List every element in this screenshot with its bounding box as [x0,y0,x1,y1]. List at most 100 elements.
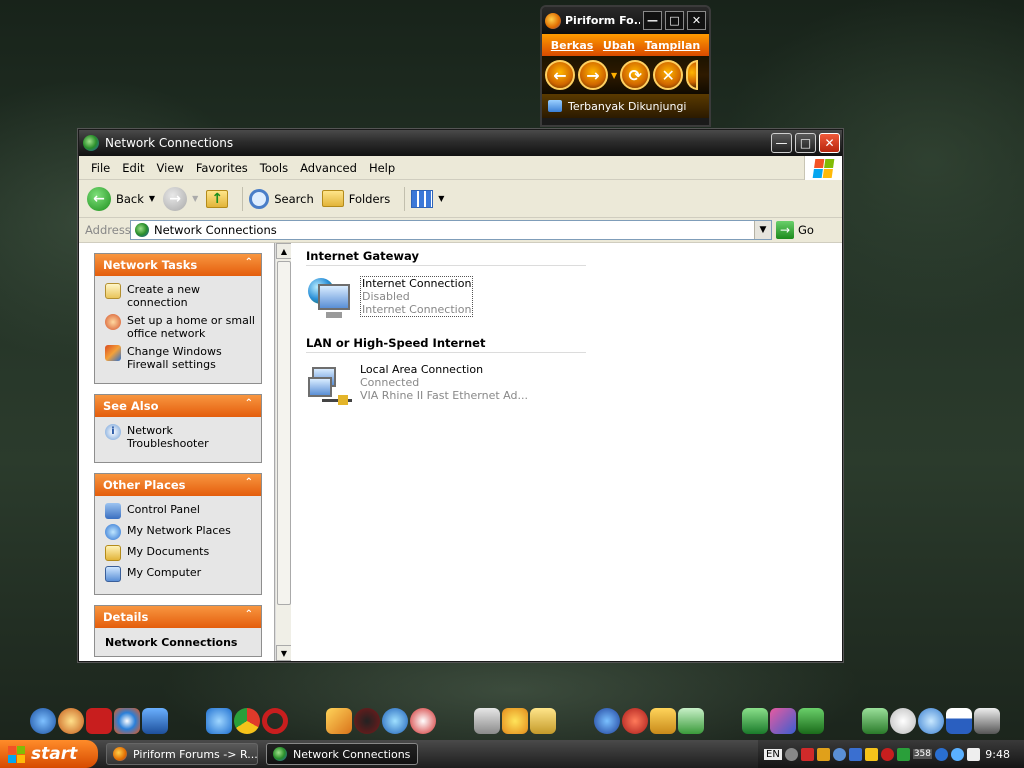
tray-antivirus-icon[interactable] [880,747,894,761]
menu-help[interactable]: Help [363,161,401,175]
other-places-header[interactable]: Other Places ⌃ [95,474,261,496]
address-input[interactable]: Network Connections ▼ [130,220,772,240]
opera-icon[interactable] [262,708,288,734]
start-button[interactable]: start [0,740,98,768]
scroll-up-icon[interactable]: ▲ [276,243,292,259]
tray-network-icon[interactable] [935,747,948,761]
back-button[interactable]: ← Back ▼ [87,186,155,211]
menu-view[interactable]: View [151,161,190,175]
tray-volume-icon[interactable] [967,747,980,761]
link-my-network-places[interactable]: My Network Places [105,524,255,540]
menu-file[interactable]: File [85,161,116,175]
tray-badge[interactable]: 358 [912,749,932,759]
menu-tools[interactable]: Tools [254,161,294,175]
back-arrow-icon[interactable]: ← [545,60,575,90]
tray-back-icon[interactable] [784,747,798,761]
red-ball-icon[interactable] [622,708,648,734]
movie-icon[interactable] [770,708,796,734]
chevron-up-icon[interactable]: ⌃ [245,257,253,268]
network-tasks-header[interactable]: Network Tasks ⌃ [95,254,261,276]
eye-icon[interactable] [114,708,140,734]
see-also-header[interactable]: See Also ⌃ [95,395,261,417]
up-folder-button[interactable]: ↑ [206,189,229,208]
task-firewall[interactable]: Change Windows Firewall settings [105,345,255,371]
network-tool-icon[interactable] [678,708,704,734]
menu-edit[interactable]: Edit [116,161,150,175]
scroll-down-icon[interactable]: ▼ [276,645,292,661]
menu-tampilan[interactable]: Tampilan [645,39,701,52]
link-network-troubleshooter[interactable]: i Network Troubleshooter [105,424,255,450]
paint-icon[interactable] [326,708,352,734]
local-area-connection-item[interactable]: Local Area Connection Connected VIA Rhin… [306,363,842,409]
tray-globe-icon[interactable] [951,747,964,761]
network-globe-icon[interactable] [918,708,944,734]
tray-green-icon[interactable] [896,747,910,761]
chevron-up-icon[interactable]: ⌃ [245,477,253,488]
reload-icon[interactable]: ⟳ [620,60,651,90]
globe-icon[interactable] [382,708,408,734]
media-red-icon[interactable] [410,708,436,734]
tools-icon[interactable] [474,708,500,734]
chevron-down-icon[interactable]: ▼ [754,221,771,239]
disc-icon[interactable] [354,708,380,734]
chevron-up-icon[interactable]: ⌃ [245,609,253,620]
taskbar-item-firefox[interactable]: Piriform Forums -> R... [106,743,258,765]
home-icon[interactable] [686,60,699,90]
tray-m-icon[interactable] [816,747,830,761]
menu-berkas[interactable]: Berkas [551,39,594,52]
link-my-computer[interactable]: My Computer [105,566,255,582]
chevron-down-icon[interactable]: ▼ [192,194,198,203]
firefox-titlebar[interactable]: Piriform Fo... — □ ✕ [542,7,709,34]
folder-gear-icon[interactable] [530,708,556,734]
close-button[interactable]: ✕ [687,11,706,30]
green-cube-icon[interactable] [798,708,824,734]
tray-search-icon[interactable] [832,747,846,761]
chrome-icon[interactable] [234,708,260,734]
scrollbar-thumb[interactable] [277,261,291,605]
go-button[interactable]: → Go [776,221,814,239]
menu-ubah[interactable]: Ubah [603,39,635,52]
chevron-down-icon[interactable]: ▼ [149,194,155,203]
language-indicator[interactable]: EN [764,748,782,760]
history-dropdown-icon[interactable]: ▼ [611,71,617,80]
task-pane-scrollbar[interactable]: ▲ ▼ [275,243,292,661]
link-control-panel[interactable]: Control Panel [105,503,255,519]
weather-icon[interactable] [502,708,528,734]
taskbar-item-network-connections[interactable]: Network Connections [266,743,418,765]
green-app-icon[interactable] [742,708,768,734]
forward-arrow-icon[interactable]: → [578,60,608,90]
maximize-button[interactable]: □ [795,133,816,153]
maximize-button[interactable]: □ [665,11,684,30]
hat-icon[interactable] [974,708,1000,734]
minimize-button[interactable]: — [643,11,662,30]
views-button[interactable]: ▼ [411,189,444,208]
app-red-icon[interactable] [86,708,112,734]
task-home-network[interactable]: Set up a home or small office network [105,314,255,340]
bookmark-item[interactable]: Terbanyak Dikunjungi [542,94,709,118]
clock-icon[interactable] [890,708,916,734]
details-header[interactable]: Details ⌃ [95,606,261,628]
close-button[interactable]: ✕ [819,133,840,153]
forward-button[interactable]: → ▼ [163,186,198,211]
tray-alert-icon[interactable] [800,747,814,761]
task-create-connection[interactable]: Create a new connection [105,283,255,309]
search-button[interactable]: Search [249,188,314,209]
internet-explorer-icon[interactable] [206,708,232,734]
car-icon[interactable] [862,708,888,734]
internet-connection-item[interactable]: Internet Connection Disabled Internet Co… [306,276,842,322]
clock[interactable]: 9:48 [985,748,1010,761]
windows-orb-icon[interactable] [30,708,56,734]
media-player-icon[interactable] [58,708,84,734]
ccleaner-icon[interactable] [594,708,620,734]
calendar-icon[interactable] [946,708,972,734]
chevron-up-icon[interactable]: ⌃ [245,398,253,409]
menu-favorites[interactable]: Favorites [190,161,254,175]
link-my-documents[interactable]: My Documents [105,545,255,561]
minimize-button[interactable]: — [771,133,792,153]
window-titlebar[interactable]: Network Connections — □ ✕ [79,130,842,156]
monitor-icon[interactable] [142,708,168,734]
folders-button[interactable]: Folders [321,190,390,207]
stop-icon[interactable]: ✕ [653,60,684,90]
tray-check-icon[interactable] [864,747,878,761]
menu-advanced[interactable]: Advanced [294,161,363,175]
